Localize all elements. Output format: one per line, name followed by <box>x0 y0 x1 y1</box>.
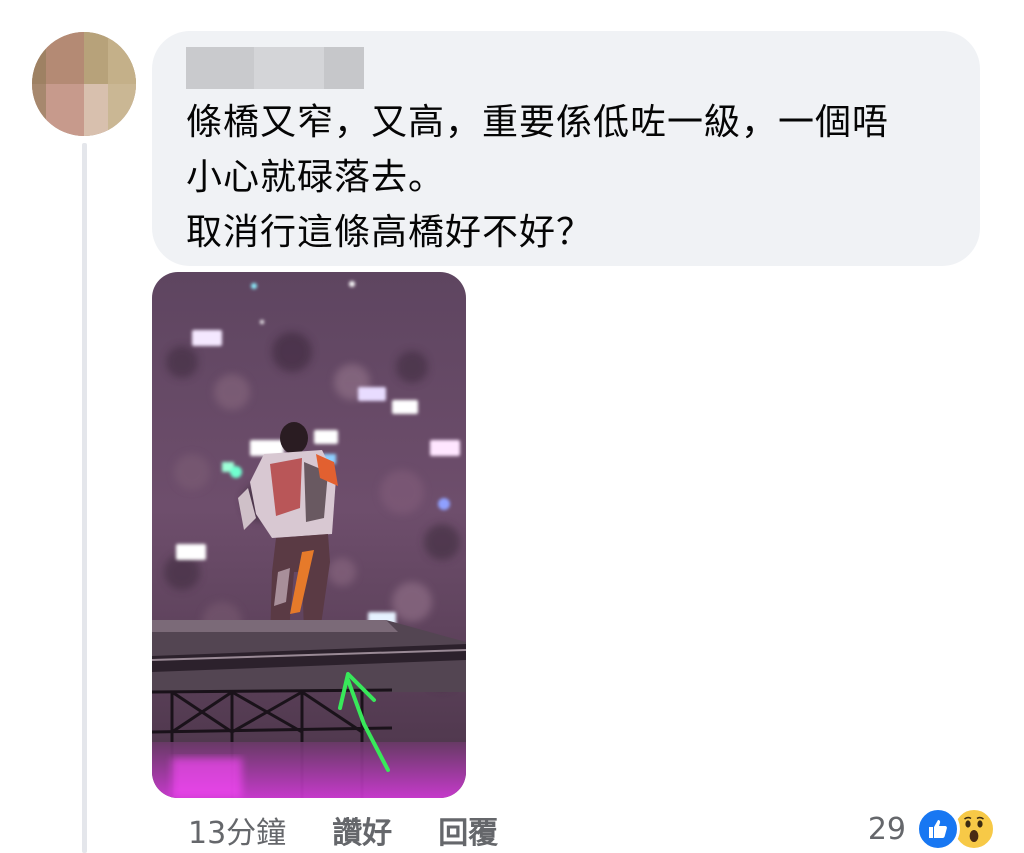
commenter-name-redacted[interactable] <box>186 47 364 89</box>
comment-text: 條橋又窄，又高，重要係低咗一級，一個唔 小心就碌落去。 取消行這條高橋好不好？ <box>186 95 966 260</box>
commenter-avatar[interactable] <box>32 32 136 136</box>
comment-actions: 13分鐘 讚好 回覆 <box>188 806 498 853</box>
comment-bubble: 條橋又窄，又高，重要係低咗一級，一個唔 小心就碌落去。 取消行這條高橋好不好？ <box>152 31 980 266</box>
reaction-count: 29 <box>867 811 906 847</box>
comment-timestamp[interactable]: 13分鐘 <box>188 808 286 852</box>
comment-thread: 條橋又窄，又高，重要係低咗一級，一個唔 小心就碌落去。 取消行這條高橋好不好？ <box>0 0 1024 853</box>
comment-text-line-2: 小心就碌落去。 <box>186 157 446 198</box>
attached-photo[interactable] <box>152 272 466 798</box>
like-button[interactable]: 讚好 <box>332 808 392 852</box>
reply-button[interactable]: 回覆 <box>438 808 498 852</box>
thread-line <box>82 143 87 853</box>
reaction-summary[interactable]: 29 <box>868 804 996 853</box>
like-icon <box>916 807 960 851</box>
comment-text-line-1: 條橋又窄，又高，重要係低咗一級，一個唔 <box>186 102 890 143</box>
comment-text-line-3: 取消行這條高橋好不好？ <box>186 212 594 253</box>
